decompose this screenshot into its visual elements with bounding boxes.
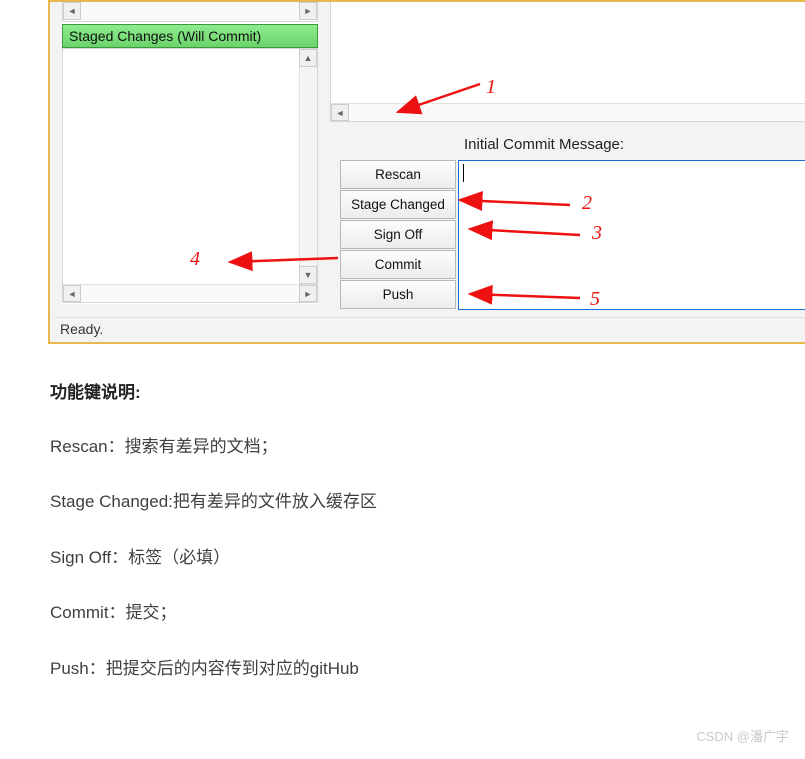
staged-changes-list[interactable]: ▲ ▼ ◄ ► [62, 48, 318, 303]
diff-h-scrollbar[interactable]: ◄ [331, 103, 805, 121]
staged-changes-pane: ◄ ► Staged Changes (Will Commit) ▲ ▼ ◄ ► [62, 2, 318, 304]
scroll-right-icon[interactable]: ► [299, 285, 317, 302]
v-scrollbar-track[interactable] [299, 49, 317, 284]
scroll-left-icon[interactable]: ◄ [331, 104, 349, 121]
push-button[interactable]: Push [340, 280, 456, 309]
commit-message-textarea[interactable] [458, 160, 805, 310]
commit-message-label: Initial Commit Message: [464, 136, 624, 153]
desc-sign-off: Sign Off：标签（必填） [50, 545, 785, 571]
status-bar: Ready. [54, 317, 805, 340]
scroll-track[interactable] [81, 2, 299, 21]
desc-push: Push：把提交后的内容传到对应的gitHub [50, 656, 785, 682]
git-gui-window: ◄ ► Staged Changes (Will Commit) ▲ ▼ ◄ ►… [48, 0, 805, 344]
scroll-track[interactable] [81, 285, 299, 302]
scroll-left-icon[interactable]: ◄ [63, 285, 81, 302]
stage-changed-button[interactable]: Stage Changed [340, 190, 456, 219]
desc-stage-changed: Stage Changed:把有差异的文件放入缓存区 [50, 489, 785, 515]
text-cursor [463, 164, 464, 182]
scroll-right-icon[interactable]: ► [299, 2, 317, 20]
sign-off-button[interactable]: Sign Off [340, 220, 456, 249]
scroll-left-icon[interactable]: ◄ [63, 2, 81, 20]
desc-commit: Commit：提交； [50, 600, 785, 626]
desc-rescan: Rescan：搜索有差异的文档； [50, 434, 785, 460]
lower-h-scrollbar[interactable]: ◄ ► [63, 284, 317, 302]
diff-view-pane: ◄ [330, 2, 805, 122]
upper-h-scrollbar[interactable]: ◄ ► [62, 2, 318, 22]
rescan-button[interactable]: Rescan [340, 160, 456, 189]
action-button-column: Rescan Stage Changed Sign Off Commit Pus… [340, 160, 456, 309]
scroll-down-icon[interactable]: ▼ [299, 266, 317, 284]
watermark: CSDN @潘广宇 [696, 726, 789, 745]
article-heading: 功能键说明: [50, 380, 785, 406]
staged-changes-header: Staged Changes (Will Commit) [62, 24, 318, 48]
commit-button[interactable]: Commit [340, 250, 456, 279]
explanation-article: 功能键说明: Rescan：搜索有差异的文档； Stage Changed:把有… [50, 380, 785, 711]
scroll-up-icon[interactable]: ▲ [299, 49, 317, 67]
